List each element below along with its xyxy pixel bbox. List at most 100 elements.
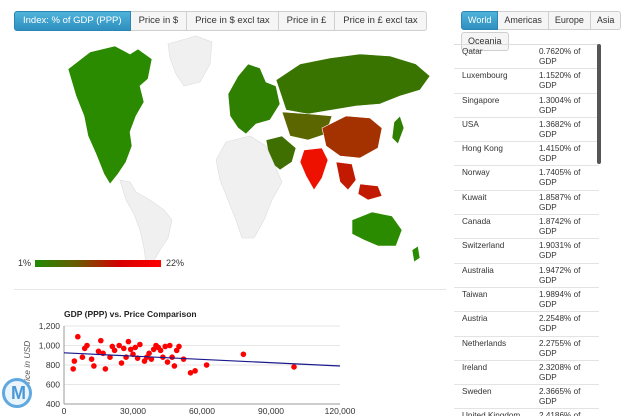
list-item[interactable]: Hong Kong 1.4150% of GDP <box>454 142 599 167</box>
country-name: Australia <box>462 265 494 275</box>
country-value: 1.9472% of GDP <box>539 265 581 285</box>
site-logo-icon: M <box>2 378 32 408</box>
map-russia[interactable] <box>275 53 431 115</box>
country-value: 1.1520% of GDP <box>539 71 581 91</box>
data-point <box>102 366 109 372</box>
country-value: 0.7620% of GDP <box>539 47 581 66</box>
y-tick-label: 1,200 <box>39 321 61 331</box>
country-name: Taiwan <box>462 289 488 299</box>
country-name: Canada <box>462 217 491 227</box>
country-value: 2.3665% of GDP <box>539 387 581 407</box>
data-point <box>70 366 76 372</box>
list-item[interactable]: United Kingdom 2.4186% of GDP <box>454 409 599 416</box>
legend-color-bar <box>35 260 161 267</box>
country-name: Norway <box>462 168 490 178</box>
list-item[interactable]: Austria 2.2548% of GDP <box>454 312 599 337</box>
country-ranking-list[interactable]: Qatar 0.7620% of GDP Luxembourg 1.1520% of … <box>454 44 599 416</box>
map-china[interactable] <box>321 115 383 159</box>
map-south-america[interactable] <box>119 179 173 264</box>
section-divider <box>14 289 446 290</box>
map-japan[interactable] <box>391 115 405 145</box>
list-scrollbar[interactable] <box>597 44 601 164</box>
legend-min-label: 1% <box>18 258 32 268</box>
list-item[interactable]: Sweden 2.3665% of GDP <box>454 385 599 410</box>
data-point <box>176 343 182 350</box>
country-name: Hong Kong <box>462 144 503 154</box>
data-point <box>171 363 178 369</box>
data-point <box>116 342 122 349</box>
country-name: Singapore <box>462 95 500 105</box>
data-point <box>71 358 78 364</box>
country-value: 2.4186% of GDP <box>539 411 581 416</box>
x-tick-label: 30,000 <box>120 406 146 416</box>
country-name: Sweden <box>462 387 492 397</box>
country-name: Netherlands <box>462 338 507 348</box>
country-name: Switzerland <box>462 241 505 251</box>
map-india[interactable] <box>299 147 329 191</box>
country-value: 1.3004% of GDP <box>539 95 581 115</box>
y-tick-label: 400 <box>46 399 60 409</box>
country-value: 2.2755% of GDP <box>539 338 581 358</box>
y-tick-label: 1,000 <box>39 341 61 351</box>
data-point <box>164 359 171 365</box>
country-value: 2.3208% of GDP <box>539 362 581 382</box>
data-point <box>137 341 143 348</box>
data-point <box>75 333 81 340</box>
x-tick-label: 0 <box>62 406 67 416</box>
list-item[interactable]: Norway 1.7405% of GDP <box>454 166 599 191</box>
x-tick-label: 60,000 <box>189 406 215 416</box>
data-point <box>146 350 152 357</box>
data-point <box>125 338 132 345</box>
scatter-chart: 400 600 800 1,000 1,200 0 30,000 60,000 90,000 12… <box>22 321 356 416</box>
region-europe-button[interactable]: Europe <box>548 11 591 30</box>
list-item[interactable]: Ireland 2.3208% of GDP <box>454 361 599 386</box>
data-point <box>162 343 168 350</box>
country-value: 1.7405% of GDP <box>539 168 581 188</box>
data-point <box>167 342 173 349</box>
data-point <box>203 362 210 368</box>
data-point <box>132 344 139 351</box>
country-name: Austria <box>462 314 488 324</box>
data-point <box>121 345 127 352</box>
list-item[interactable]: Kuwait 1.8587% of GDP <box>454 191 599 216</box>
data-point <box>169 354 175 360</box>
list-item[interactable]: USA 1.3682% of GDP <box>454 118 599 143</box>
list-item[interactable]: Switzerland 1.9031% of GDP <box>454 239 599 264</box>
map-australia[interactable] <box>351 211 403 247</box>
data-point <box>111 347 118 354</box>
country-name: Luxembourg <box>462 71 508 81</box>
data-point <box>84 342 90 349</box>
map-north-america[interactable] <box>67 45 153 185</box>
x-tick-label: 90,000 <box>258 406 284 416</box>
list-item[interactable]: Qatar 0.7620% of GDP <box>454 45 599 70</box>
region-asia-button[interactable]: Asia <box>590 11 622 30</box>
list-item[interactable]: Canada 1.8742% of GDP <box>454 215 599 240</box>
x-tick-label: 120,000 <box>325 406 356 416</box>
data-point <box>91 363 97 369</box>
list-item[interactable]: Australia 1.9472% of GDP <box>454 264 599 288</box>
list-item[interactable]: Taiwan 1.9894% of GDP <box>454 288 599 313</box>
list-item[interactable]: Luxembourg 1.1520% of GDP <box>454 69 599 94</box>
data-point <box>88 356 95 362</box>
country-name: Ireland <box>462 362 488 372</box>
region-americas-button[interactable]: Americas <box>498 11 549 30</box>
map-new-zealand[interactable] <box>411 245 421 263</box>
map-greenland[interactable] <box>167 35 213 87</box>
country-value: 1.9894% of GDP <box>539 289 581 309</box>
country-value: 1.8587% of GDP <box>539 192 581 212</box>
country-value: 2.2548% of GDP <box>539 314 581 334</box>
country-name: Qatar <box>462 47 483 56</box>
y-tick-label: 600 <box>46 380 60 390</box>
map-europe[interactable] <box>227 63 281 135</box>
list-item[interactable]: Singapore 1.3004% of GDP <box>454 94 599 118</box>
country-name: Kuwait <box>462 192 487 202</box>
country-name: United Kingdom <box>462 411 521 416</box>
list-item[interactable]: Netherlands 2.2755% of GDP <box>454 337 599 361</box>
data-point <box>157 347 164 354</box>
data-point <box>98 337 104 344</box>
world-map[interactable] <box>60 24 450 264</box>
map-southeast-asia[interactable] <box>335 161 383 201</box>
data-point <box>291 364 297 370</box>
region-world-button[interactable]: World <box>461 11 499 30</box>
data-point <box>118 360 125 366</box>
